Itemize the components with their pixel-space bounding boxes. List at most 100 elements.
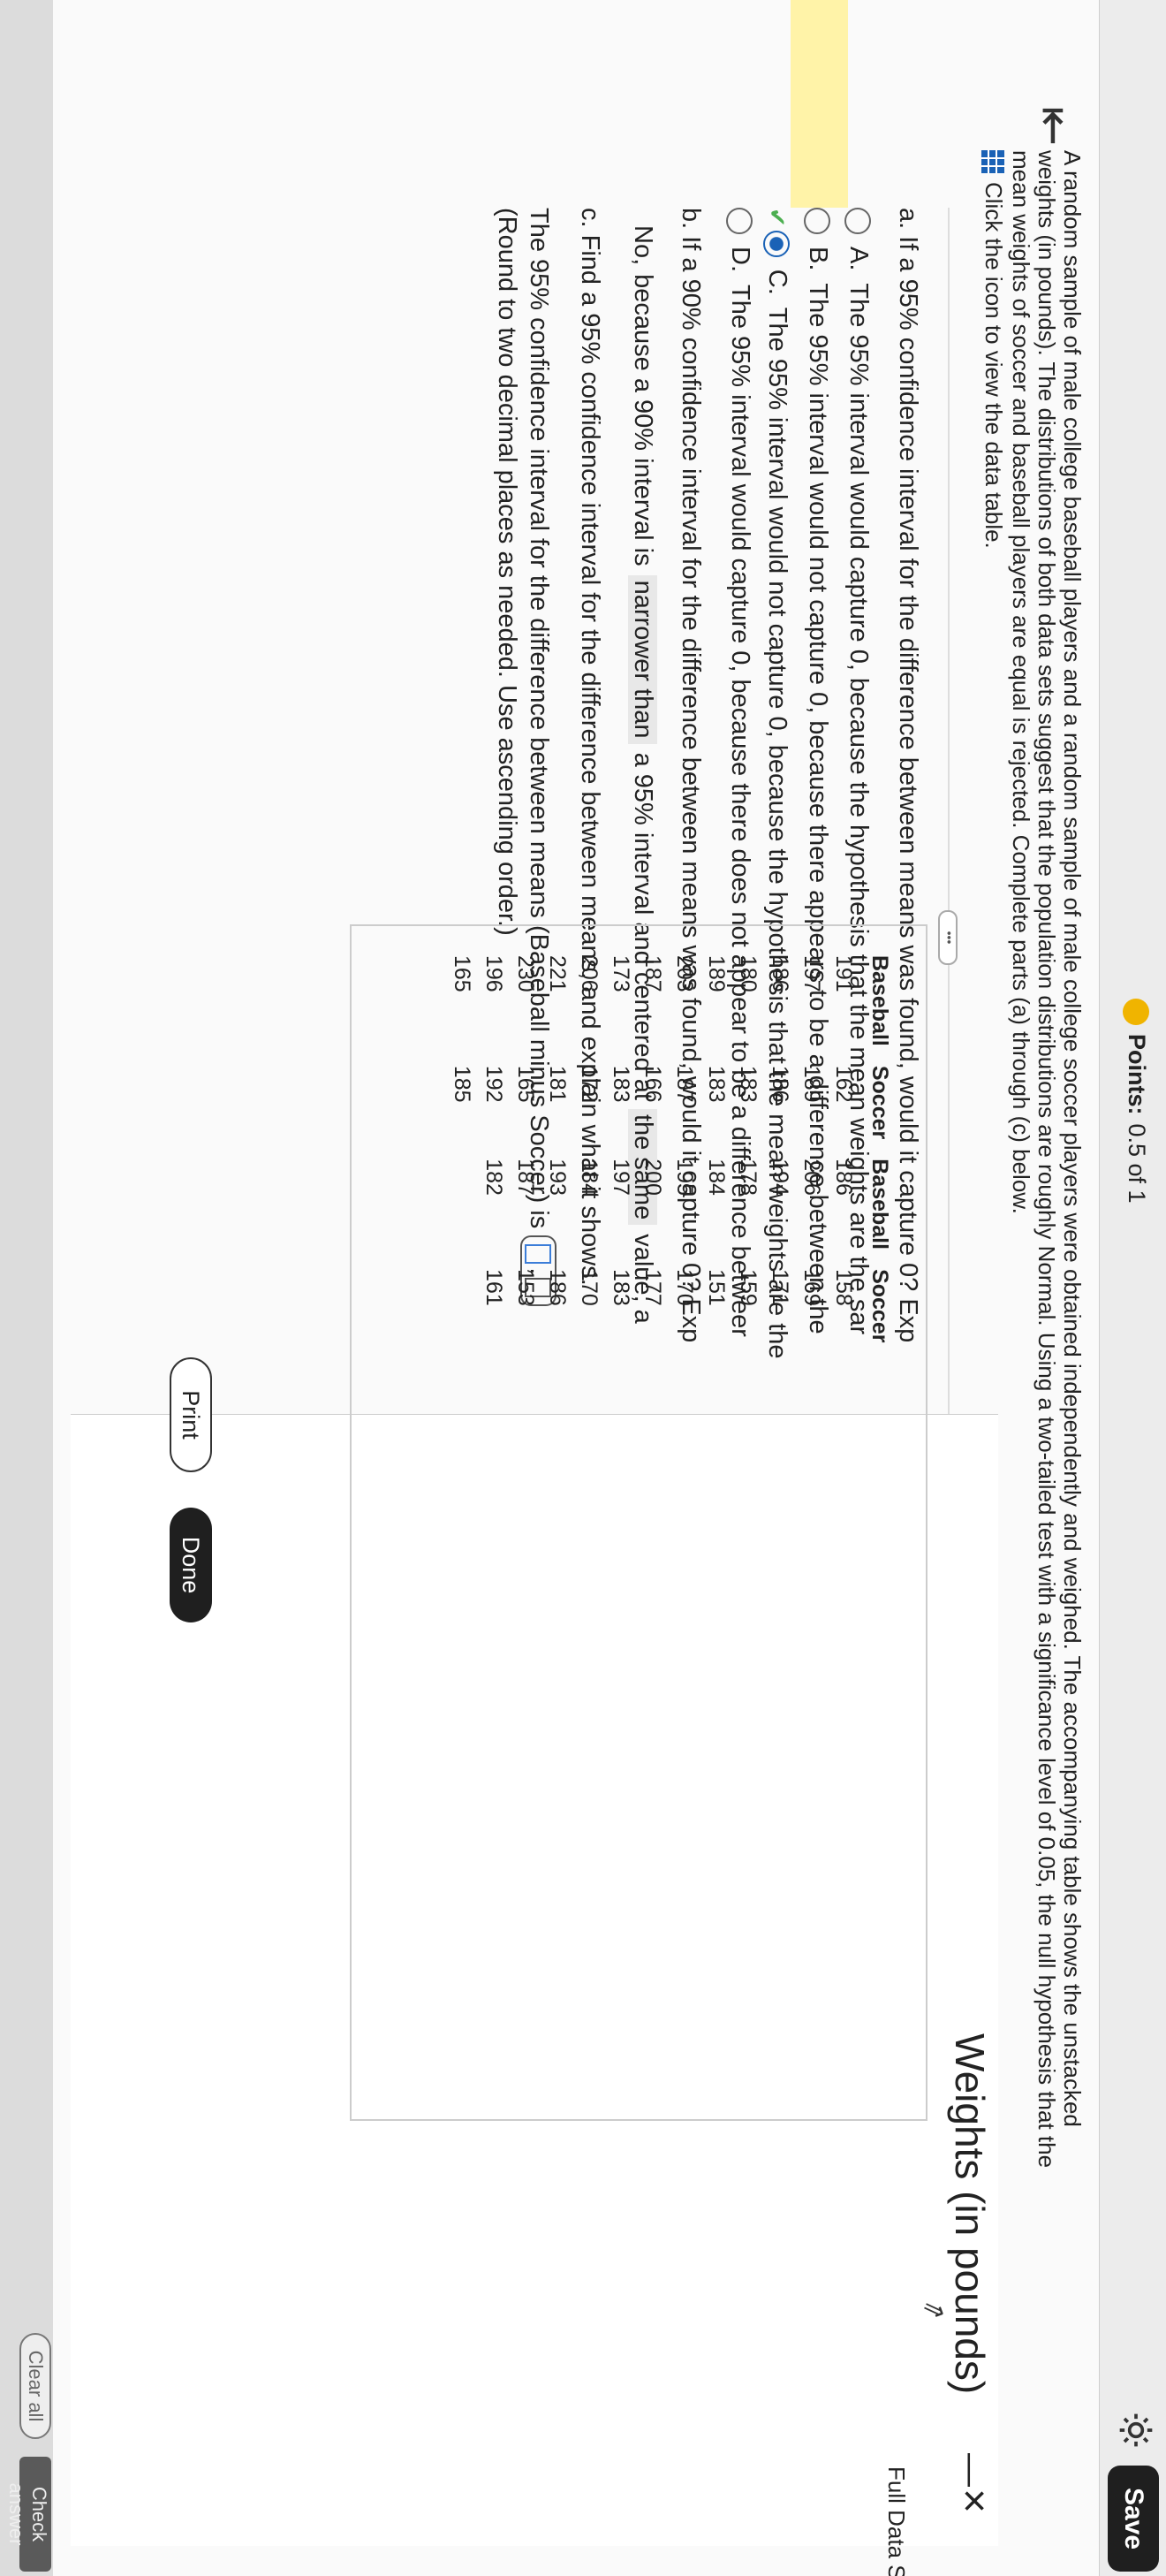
back-arrow-icon[interactable]: ⇤ — [1026, 106, 1082, 146]
dialog-title: Weights (in pounds) — [947, 2033, 993, 2395]
column-header: Baseball — [867, 1159, 892, 1250]
table-cell: 221 — [545, 955, 571, 992]
option-letter: C. — [763, 269, 791, 295]
column-header: Soccer — [867, 1065, 892, 1140]
table-row: 203 187 195 170 — [669, 955, 700, 1362]
part-c-note: (Round to two decimal places as needed. … — [493, 208, 521, 936]
radio-button[interactable] — [726, 208, 753, 234]
answer-text: because a 90% interval is — [629, 274, 657, 566]
blank-dropdown-1[interactable]: narrower than — [628, 574, 657, 744]
answer-no: No, — [629, 225, 657, 266]
table-cell: 193 — [545, 1159, 571, 1196]
option-letter: B. — [804, 247, 832, 271]
table-cell: 186 — [545, 1269, 571, 1306]
table-row: 186 186 194 171 — [764, 955, 796, 1362]
table-cell: 206 — [799, 1159, 825, 1196]
data-link-label: Click the icon to view the data table. — [980, 182, 1007, 549]
radio-button[interactable] — [804, 208, 831, 234]
table-cell: 166 — [640, 1065, 666, 1103]
done-button[interactable]: Done — [170, 1508, 212, 1622]
table-cell: 182 — [481, 1159, 507, 1196]
data-table: Baseball Soccer Baseball Soccer 191 162 18… — [446, 955, 893, 1362]
question-line: weights (in pounds). The distributions o… — [1034, 150, 1060, 2169]
table-cell — [446, 1159, 478, 1269]
table-cell: 206 — [577, 955, 602, 992]
table-cell: 158 — [831, 1269, 857, 1306]
table-cell: 173 — [609, 955, 634, 992]
table-row: 173 183 197 183 — [605, 955, 637, 1362]
data-table-container: Baseball Soccer Baseball Soccer 191 162 18… — [141, 924, 928, 2537]
table-cell: 180 — [736, 955, 761, 992]
table-cell: 186 — [768, 1065, 793, 1103]
minimize-icon[interactable]: — — [951, 2453, 989, 2487]
table-cell: 184 — [704, 1159, 730, 1196]
table-cell: 186 — [768, 955, 793, 992]
table-cell: 183 — [609, 1065, 634, 1103]
clear-all-button[interactable]: Clear all — [19, 2333, 51, 2439]
table-cell: 165 — [513, 1065, 539, 1103]
table-cell: 194 — [768, 1159, 793, 1196]
check-answer-button[interactable]: Check answer — [5, 2457, 51, 2572]
table-row: 230 165 187 153 — [510, 955, 541, 1362]
option-letter: D. — [726, 247, 754, 272]
table-cell: 189 — [799, 1065, 825, 1103]
question-line: mean weights of soccer and baseball play… — [1008, 150, 1034, 1214]
table-cell: 177 — [640, 1269, 666, 1306]
table-row: 180 183 178 159 — [732, 955, 764, 1362]
table-cell: 200 — [640, 1159, 666, 1196]
question-line: A random sample of male college baseball… — [1059, 150, 1086, 2127]
table-cell: 187 — [640, 955, 666, 992]
table-cell: 196 — [481, 955, 507, 992]
points-indicator: Points: 0.5 of 1 — [1123, 999, 1150, 1204]
table-cell: 189 — [704, 955, 730, 992]
print-button[interactable]: Print — [170, 1357, 212, 1472]
table-cell: 161 — [481, 1269, 507, 1306]
table-cell: 187 — [513, 1159, 539, 1196]
close-icon[interactable]: × — [950, 2489, 998, 2513]
expand-more-icon[interactable]: ••• — [938, 910, 958, 965]
table-row: 206 172 184 170 — [573, 955, 605, 1362]
table-cell: 178 — [736, 1159, 761, 1196]
table-cell: 186 — [831, 1159, 857, 1196]
table-icon[interactable] — [981, 150, 1005, 173]
table-cell: 151 — [704, 1269, 730, 1306]
table-cell: 165 — [450, 955, 475, 992]
table-cell: 171 — [768, 1269, 793, 1306]
table-cell: 187 — [672, 1065, 698, 1103]
bottom-bar — [0, 0, 53, 2576]
table-cell — [446, 1269, 478, 1362]
table-cell: 153 — [513, 1269, 539, 1306]
table-cell: 181 — [545, 1065, 571, 1103]
table-cell: 197 — [799, 955, 825, 992]
top-bar: Points: 0.5 of 1 Save — [1099, 0, 1166, 2576]
radio-button-selected[interactable] — [763, 230, 791, 257]
table-cell: 230 — [513, 955, 539, 992]
column-header: Soccer — [867, 1269, 892, 1343]
table-cell: 169 — [799, 1269, 825, 1306]
table-cell: 195 — [672, 1159, 698, 1196]
checkmark-icon: ✔ — [764, 208, 791, 227]
table-cell: 191 — [831, 955, 857, 992]
table-row: 221 181 193 186 — [541, 955, 573, 1362]
table-row: 189 183 184 151 — [700, 955, 732, 1362]
table-cell: 185 — [450, 1065, 475, 1103]
table-row: 165 185 — [446, 955, 478, 1362]
table-cell: 162 — [831, 1065, 857, 1103]
gear-icon[interactable] — [1117, 2411, 1155, 2450]
radio-button[interactable] — [844, 208, 872, 234]
table-cell: 183 — [609, 1269, 634, 1306]
points-label: Points: — [1124, 1034, 1150, 1115]
data-table-link[interactable]: Click the icon to view the data table. — [980, 150, 1007, 549]
table-cell: 192 — [481, 1065, 507, 1103]
table-row: 197 189 206 169 — [796, 955, 828, 1362]
table-cell: 172 — [577, 1065, 602, 1103]
save-button[interactable]: Save — [1108, 2466, 1159, 2572]
question-text: A random sample of male college baseball… — [1008, 150, 1086, 2492]
table-cell: 197 — [609, 1159, 634, 1196]
points-icon — [1123, 999, 1150, 1025]
points-value: 0.5 of 1 — [1124, 1123, 1150, 1204]
option-letter: A. — [844, 247, 873, 271]
selected-row-highlight — [791, 0, 848, 208]
table-row: 187 166 200 177 — [637, 955, 669, 1362]
column-header: Baseball — [867, 955, 892, 1046]
